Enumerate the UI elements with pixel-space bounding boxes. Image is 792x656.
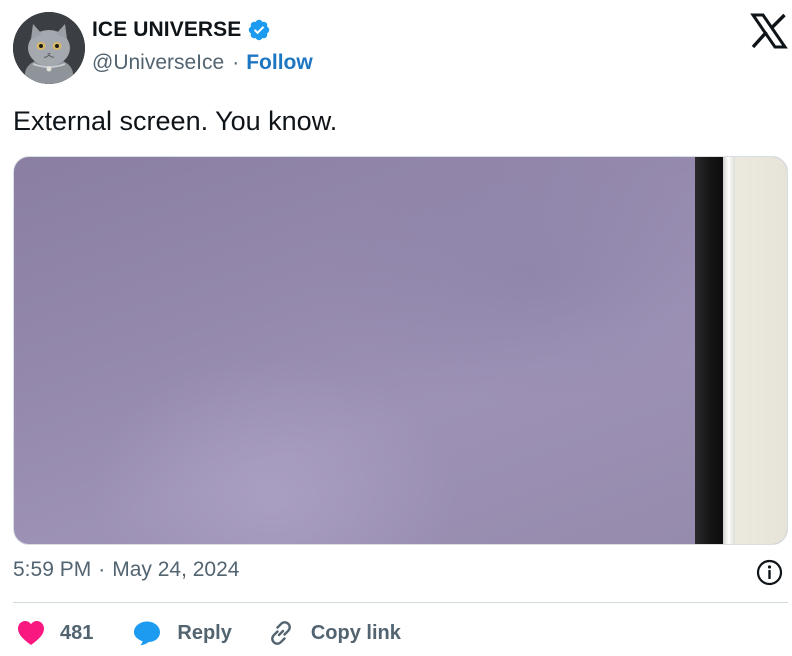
info-icon[interactable] — [756, 559, 783, 586]
photo-background-wall — [735, 157, 787, 544]
separator-dot: · — [98, 558, 106, 581]
display-name[interactable]: ICE UNIVERSE — [92, 18, 241, 42]
copy-link-label: Copy link — [310, 621, 401, 644]
reply-label: Reply — [177, 621, 232, 644]
copy-link-button[interactable]: Copy link — [267, 619, 401, 647]
handle-row: @UniverseIce · Follow — [92, 51, 313, 75]
reply-button[interactable]: Reply — [133, 620, 232, 646]
like-button[interactable]: 481 — [17, 620, 93, 646]
user-handle[interactable]: @UniverseIce — [92, 51, 224, 75]
avatar[interactable] — [13, 12, 85, 84]
action-bar: 481 Reply Copy link — [17, 616, 401, 650]
timestamp-row[interactable]: 5:59 PM · May 24, 2024 — [13, 558, 239, 582]
photo-device-bezel — [695, 157, 723, 544]
divider — [13, 602, 788, 603]
tweet-embed-card: ICE UNIVERSE @UniverseIce · Follow Exter… — [0, 0, 792, 656]
cat-avatar-image — [13, 12, 85, 84]
verified-badge-icon — [247, 18, 271, 42]
like-count: 481 — [60, 621, 94, 644]
separator-dot: · — [232, 51, 240, 74]
link-icon — [270, 621, 291, 645]
follow-button[interactable]: Follow — [246, 51, 313, 75]
tweet-text: External screen. You know. — [13, 106, 338, 136]
heart-icon — [18, 621, 44, 645]
display-name-row: ICE UNIVERSE — [92, 18, 271, 42]
photo-device-edge — [723, 157, 735, 544]
reply-bubble-icon — [134, 621, 161, 646]
tweet-media-photo[interactable] — [13, 156, 788, 545]
x-logo-icon[interactable] — [750, 13, 788, 49]
tweet-date: May 24, 2024 — [112, 558, 240, 581]
tweet-time: 5:59 PM — [13, 558, 92, 581]
